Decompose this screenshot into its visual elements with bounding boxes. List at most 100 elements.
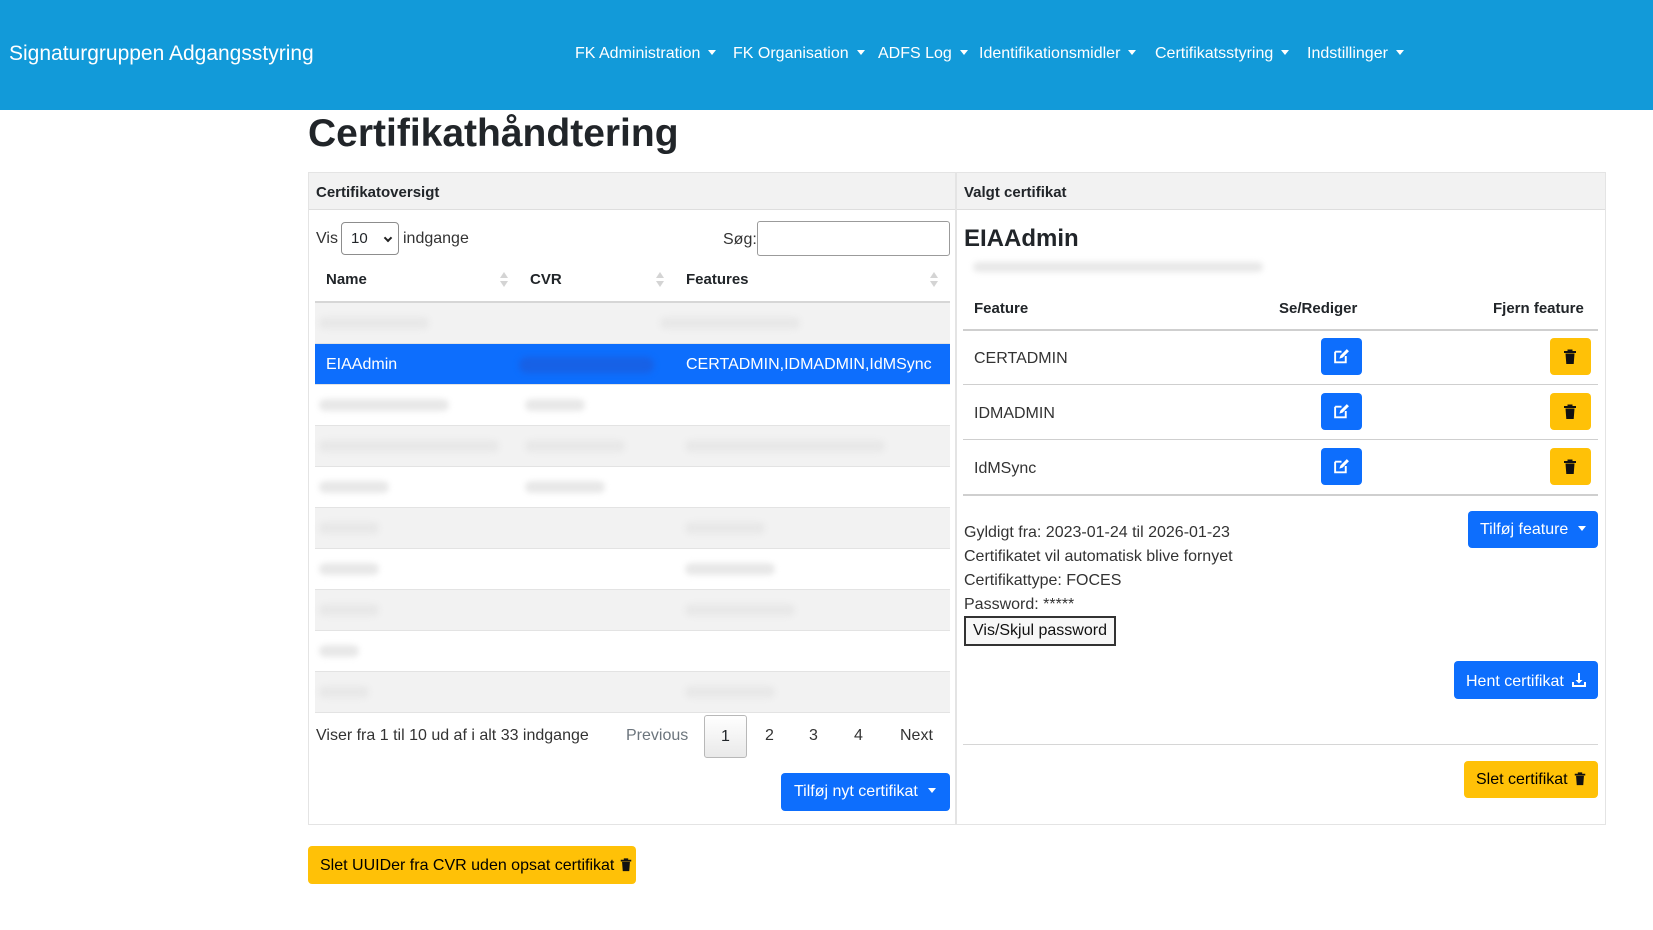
length-label: Vis bbox=[316, 230, 338, 247]
edit-feature-button[interactable] bbox=[1321, 338, 1362, 375]
table-info: Viser fra 1 til 10 ud af i alt 33 indgan… bbox=[316, 727, 589, 744]
redacted-cvr bbox=[519, 357, 654, 373]
table-row[interactable] bbox=[315, 672, 950, 713]
trash-icon bbox=[1564, 459, 1576, 474]
table-row[interactable] bbox=[315, 385, 950, 426]
toggle-password-button[interactable]: Vis/Skjul password bbox=[964, 616, 1116, 646]
pagination-next[interactable]: Next bbox=[900, 727, 933, 745]
table-row[interactable] bbox=[315, 303, 950, 344]
redacted-text bbox=[685, 604, 795, 616]
redacted-text bbox=[660, 317, 800, 329]
redacted-text bbox=[973, 262, 1263, 272]
delete-certificate-button[interactable]: Slet certifikat bbox=[1464, 761, 1598, 798]
redacted-text bbox=[319, 686, 369, 698]
table-row[interactable] bbox=[315, 631, 950, 672]
top-navbar: Signaturgruppen Adgangsstyring FK Admini… bbox=[0, 0, 1653, 110]
caret-down-icon bbox=[1395, 50, 1404, 55]
caret-down-icon bbox=[959, 50, 968, 55]
redacted-text bbox=[525, 440, 625, 452]
remove-feature-button[interactable] bbox=[1550, 393, 1591, 430]
nav-fk-administration[interactable]: FK Administration bbox=[575, 45, 717, 63]
table-row-selected[interactable]: EIAAdmin CERTADMIN,IDMADMIN,IdMSync bbox=[315, 344, 950, 385]
nav-adfs-log[interactable]: ADFS Log bbox=[878, 45, 968, 63]
trash-icon bbox=[1574, 772, 1586, 786]
pagination-page[interactable]: 4 bbox=[854, 727, 863, 745]
brand-title[interactable]: Signaturgruppen Adgangsstyring bbox=[9, 42, 314, 66]
pagination-page[interactable]: 2 bbox=[765, 727, 774, 745]
page-length-value: 10 bbox=[351, 230, 368, 247]
column-header-features[interactable]: Features bbox=[686, 271, 749, 288]
table-header-divider bbox=[963, 329, 1598, 331]
cell-features: CERTADMIN,IDMADMIN,IdMSync bbox=[686, 356, 932, 373]
edit-feature-button[interactable] bbox=[1321, 448, 1362, 485]
row-divider bbox=[963, 439, 1598, 440]
redacted-text bbox=[319, 563, 379, 575]
chevron-down-icon bbox=[383, 233, 393, 243]
edit-icon bbox=[1334, 349, 1349, 364]
table-row[interactable] bbox=[315, 508, 950, 549]
add-feature-button[interactable]: Tilføj feature bbox=[1468, 511, 1598, 548]
column-header-name[interactable]: Name bbox=[326, 271, 367, 288]
redacted-text bbox=[319, 317, 429, 329]
redacted-text bbox=[319, 399, 449, 411]
download-certificate-button[interactable]: Hent certifikat bbox=[1454, 661, 1598, 699]
sort-icon[interactable] bbox=[930, 272, 938, 288]
column-header-cvr[interactable]: CVR bbox=[530, 271, 562, 288]
remove-feature-button[interactable] bbox=[1550, 448, 1591, 485]
table-row[interactable] bbox=[315, 467, 950, 508]
trash-icon bbox=[1564, 404, 1576, 419]
edit-feature-button[interactable] bbox=[1321, 393, 1362, 430]
nav-label: ADFS Log bbox=[878, 45, 952, 62]
download-label: Hent certifikat bbox=[1466, 673, 1564, 690]
cell-name: EIAAdmin bbox=[326, 356, 398, 373]
search-input[interactable] bbox=[757, 221, 950, 256]
caret-down-icon bbox=[708, 50, 717, 55]
feature-name: IdMSync bbox=[974, 460, 1037, 477]
pagination-previous[interactable]: Previous bbox=[626, 727, 688, 745]
caret-down-icon bbox=[1128, 50, 1137, 55]
nav-label: FK Organisation bbox=[733, 45, 849, 62]
sort-icon[interactable] bbox=[656, 272, 664, 288]
renewal-info: Certifikatet vil automatisk blive fornye… bbox=[964, 548, 1233, 565]
edit-icon bbox=[1334, 459, 1349, 474]
redacted-text bbox=[319, 645, 359, 657]
feature-name: IDMADMIN bbox=[974, 405, 1055, 422]
search-label: Søg: bbox=[723, 231, 757, 248]
nav-label: Indstillinger bbox=[1307, 45, 1388, 62]
nav-label: Identifikationsmidler bbox=[979, 45, 1121, 62]
pagination-page[interactable]: 3 bbox=[809, 727, 818, 745]
certificate-name: EIAAdmin bbox=[964, 225, 1079, 252]
add-feature-label: Tilføj feature bbox=[1480, 521, 1569, 538]
trash-icon bbox=[620, 858, 632, 872]
table-row[interactable] bbox=[315, 590, 950, 631]
edit-icon bbox=[1334, 404, 1349, 419]
caret-down-icon bbox=[856, 50, 865, 55]
sort-icon[interactable] bbox=[500, 272, 508, 288]
page-length-select[interactable]: 10 bbox=[341, 222, 399, 255]
remove-feature-button[interactable] bbox=[1550, 338, 1591, 375]
redacted-text bbox=[685, 440, 885, 452]
pagination-page-current[interactable]: 1 bbox=[704, 715, 747, 758]
redacted-text bbox=[685, 686, 775, 698]
selected-certificate-card: Valgt certifikat EIAAdmin Feature Se/Red… bbox=[956, 172, 1606, 825]
table-row[interactable] bbox=[315, 426, 950, 467]
redacted-text bbox=[685, 522, 765, 534]
nav-certifikatsstyring[interactable]: Certifikatsstyring bbox=[1155, 45, 1290, 63]
column-header-edit: Se/Rediger bbox=[1279, 300, 1358, 317]
caret-down-icon bbox=[927, 788, 936, 793]
redacted-text bbox=[319, 604, 379, 616]
nav-fk-organisation[interactable]: FK Organisation bbox=[733, 45, 865, 63]
table-row[interactable] bbox=[315, 549, 950, 590]
row-divider bbox=[963, 384, 1598, 385]
nav-indstillinger[interactable]: Indstillinger bbox=[1307, 45, 1404, 63]
redacted-text bbox=[525, 481, 605, 493]
add-certificate-label: Tilføj nyt certifikat bbox=[794, 783, 918, 800]
delete-uuids-button[interactable]: Slet UUIDer fra CVR uden opsat certifika… bbox=[308, 846, 636, 884]
redacted-text bbox=[525, 399, 585, 411]
column-header-feature: Feature bbox=[974, 300, 1029, 317]
card-header: Valgt certifikat bbox=[957, 173, 1605, 210]
nav-identifikationsmidler[interactable]: Identifikationsmidler bbox=[979, 45, 1137, 63]
add-certificate-button[interactable]: Tilføj nyt certifikat bbox=[781, 773, 950, 811]
caret-down-icon bbox=[1578, 526, 1587, 531]
card-header: Certifikatoversigt bbox=[309, 173, 955, 210]
